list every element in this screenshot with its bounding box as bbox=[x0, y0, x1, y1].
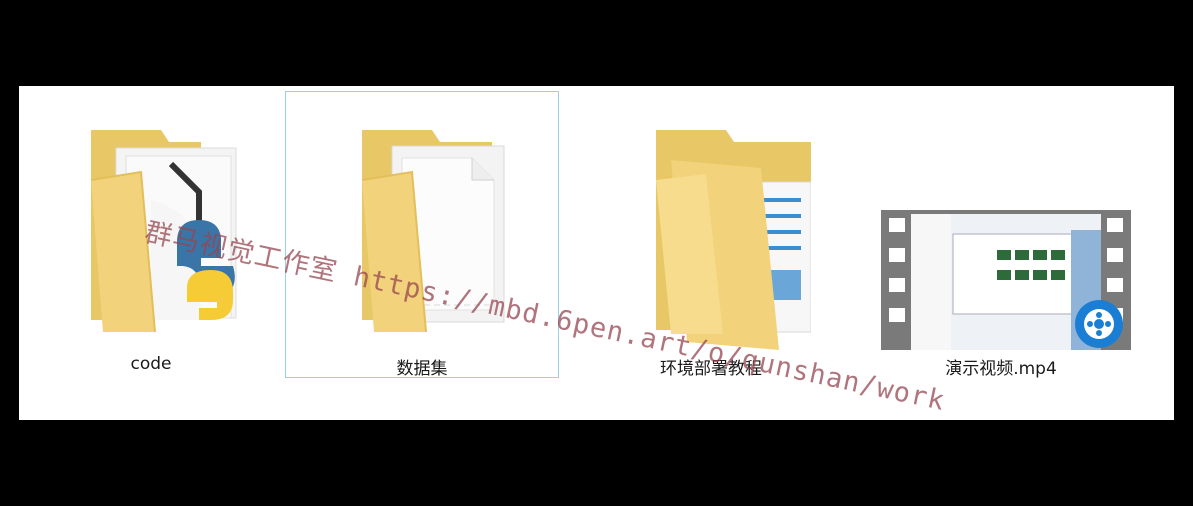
file-item-demo-video[interactable]: 演示视频.mp4 bbox=[864, 91, 1138, 379]
file-name-label: 数据集 bbox=[396, 359, 448, 379]
file-item-dataset[interactable]: 数据集 bbox=[285, 91, 559, 379]
file-name-label: 环境部署教程 bbox=[660, 359, 762, 379]
file-item-env-tutorial[interactable]: 环境部署教程 bbox=[574, 91, 848, 379]
video-file-icon bbox=[865, 112, 1137, 352]
file-explorer-panel: code 数据集 环境部署教程 演示视频.mp4 bbox=[19, 86, 1174, 420]
folder-open-document-icon bbox=[575, 112, 847, 352]
file-name-label: code bbox=[130, 354, 172, 374]
file-item-code[interactable]: code bbox=[14, 91, 288, 378]
file-name-label: 演示视频.mp4 bbox=[945, 359, 1057, 379]
folder-python-icon bbox=[15, 112, 287, 352]
folder-document-icon bbox=[286, 112, 558, 352]
